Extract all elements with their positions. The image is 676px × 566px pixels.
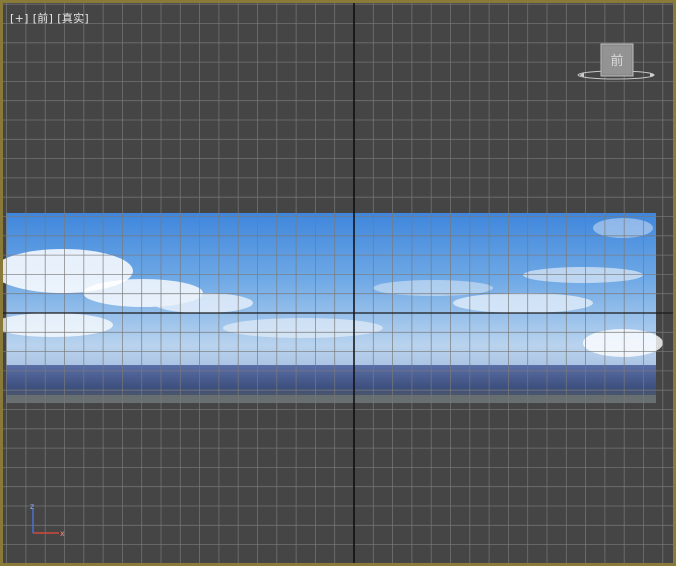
sky-panorama-plane[interactable] (3, 213, 663, 403)
viewcube-face-label: 前 (610, 53, 623, 69)
viewport-shading-label[interactable]: [真实] (57, 12, 89, 25)
viewport-view-label[interactable]: [前] (33, 12, 53, 25)
axis-tripod-icon: z x (30, 502, 65, 538)
viewport-label-menu: [+] [前] [真实] (10, 10, 93, 26)
viewport-canvas[interactable] (3, 3, 673, 563)
front-viewport[interactable]: [+] [前] [真实] 前 z x (0, 0, 676, 566)
axis-z-label: z (30, 502, 34, 511)
viewport-plus-menu[interactable]: [+] (10, 12, 29, 25)
axis-x-label: x (60, 529, 65, 538)
viewcube[interactable]: 前 (573, 41, 657, 87)
